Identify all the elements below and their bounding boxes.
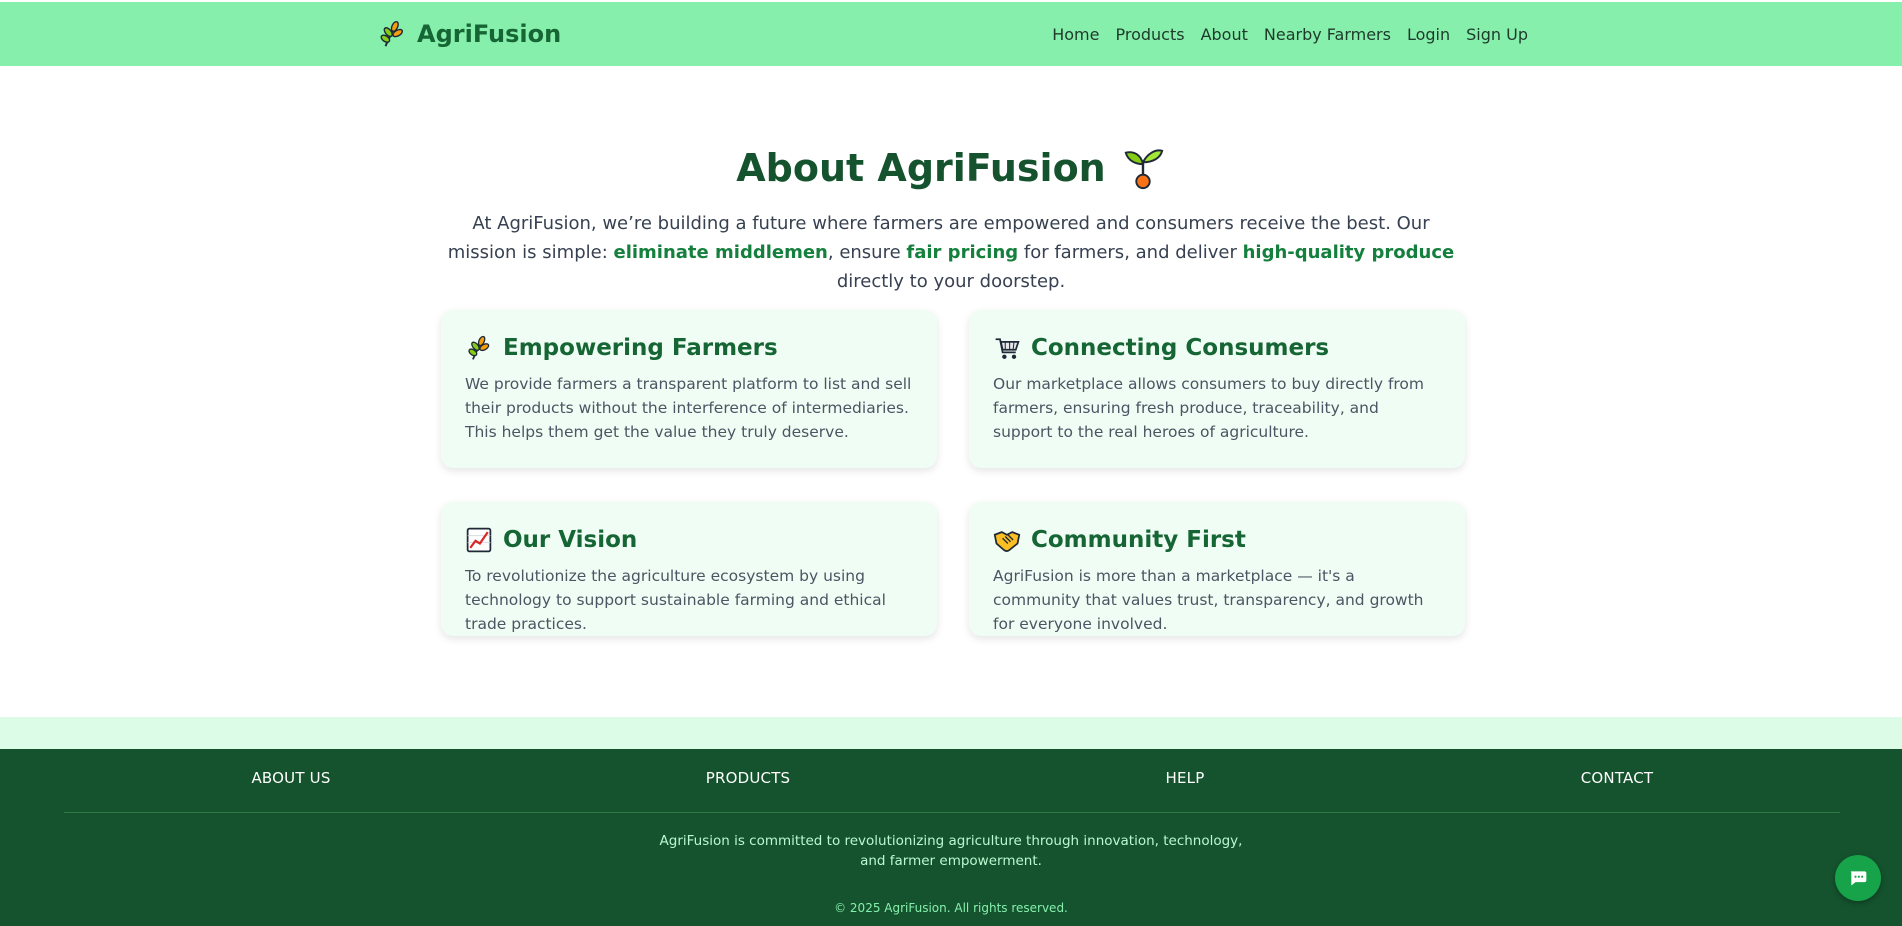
footer-copyright: © 2025 AgriFusion. All rights reserved. (834, 901, 1068, 915)
footer-divider (64, 812, 1840, 813)
wheat-icon (468, 335, 490, 360)
footer-description-line: and farmer empowerment. (860, 853, 1042, 869)
card-community-first: Community First AgriFusion is more than … (969, 502, 1465, 636)
main-nav: Home Products About Nearby Farmers Login… (1052, 2, 1528, 66)
highlight-high-quality-produce: high-quality produce (1242, 242, 1455, 263)
wheat-icon (380, 20, 404, 47)
seedling-icon (1124, 149, 1164, 190)
brand-name: AgriFusion (417, 20, 562, 48)
chat-button[interactable] (1835, 855, 1881, 901)
card-text: Our marketplace allows consumers to buy … (993, 375, 1425, 441)
card-empowering-farmers: Empowering Farmers We provide farmers a … (441, 310, 937, 468)
card-text: We provide farmers a transparent platfor… (465, 375, 912, 441)
page-title-row: About AgriFusion (0, 138, 1902, 198)
card-title: Our Vision (503, 527, 638, 553)
navbar: AgriFusion Home Products About Nearby Fa… (0, 2, 1902, 66)
intro-text: directly to your doorstep. (836, 271, 1066, 292)
card-our-vision: Our Vision To revolutionize the agricult… (441, 502, 937, 636)
footer-link-contact[interactable]: CONTACT (1581, 769, 1654, 787)
nav-nearby-farmers[interactable]: Nearby Farmers (1264, 25, 1391, 44)
footer-link-help[interactable]: HELP (1166, 769, 1205, 787)
nav-sign-up[interactable]: Sign Up (1466, 25, 1528, 44)
intro-text: , ensure (827, 242, 907, 263)
nav-products[interactable]: Products (1115, 25, 1184, 44)
chat-bubble-icon (1850, 871, 1867, 886)
chart-up-icon (466, 527, 492, 553)
footer-top-band (0, 717, 1902, 749)
card-title: Connecting Consumers (1031, 335, 1330, 361)
highlight-fair-pricing: fair pricing (906, 242, 1019, 263)
card-text: To revolutionize the agriculture ecosyst… (465, 567, 886, 633)
highlight-eliminate-middlemen: eliminate middlemen (613, 242, 828, 263)
footer-link-products[interactable]: PRODUCTS (706, 769, 791, 787)
nav-home[interactable]: Home (1052, 25, 1099, 44)
nav-login[interactable]: Login (1407, 25, 1450, 44)
brand-logo[interactable]: AgriFusion (377, 2, 561, 66)
footer-description-line: AgriFusion is committed to revolutionizi… (659, 833, 1243, 849)
intro-text: for farmers, and deliver (1018, 242, 1243, 263)
site-footer: ABOUT US PRODUCTS HELP CONTACT AgriFusio… (0, 749, 1902, 926)
card-text: AgriFusion is more than a marketplace — … (993, 567, 1424, 633)
page-title: About AgriFusion (736, 146, 1106, 190)
nav-about[interactable]: About (1201, 25, 1248, 44)
intro-paragraph: At AgriFusion, we’re building a future w… (440, 209, 1462, 296)
shopping-cart-icon (995, 338, 1020, 359)
card-title: Empowering Farmers (503, 335, 778, 361)
footer-description: AgriFusion is committed to revolutionizi… (0, 831, 1902, 871)
handshake-icon (993, 531, 1021, 552)
footer-link-about-us[interactable]: ABOUT US (251, 769, 330, 787)
card-title: Community First (1031, 527, 1246, 553)
card-connecting-consumers: Connecting Consumers Our marketplace all… (969, 310, 1465, 468)
